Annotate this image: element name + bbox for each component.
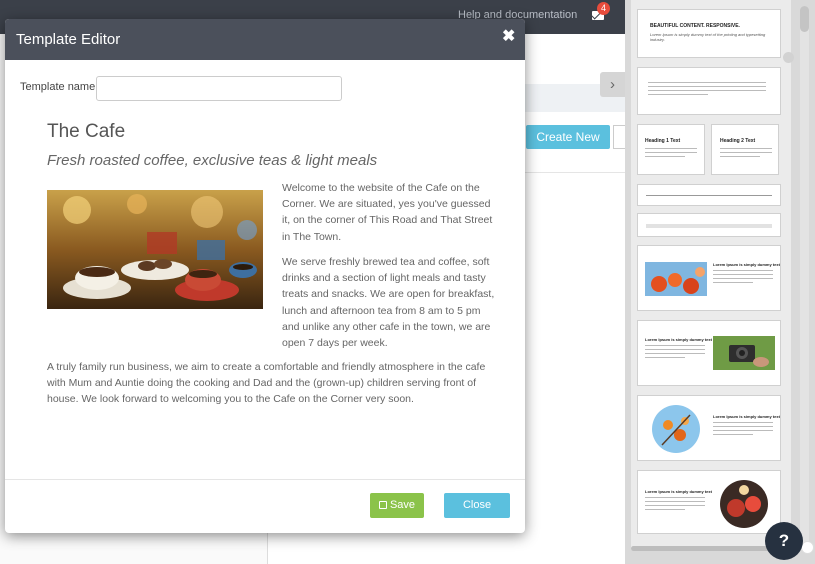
snippet-thumbnail[interactable]: Lorem Ipsum is simply dummy text [637,320,781,386]
snippet-thumbnail[interactable]: Lorem Ipsum is simply dummy text [637,395,781,461]
text-line [645,345,705,346]
spacer-bar [646,224,772,228]
modal-header: Template Editor ✖ [5,19,525,60]
content-title[interactable]: The Cafe [47,121,125,143]
text-line [720,148,772,149]
divider-line [646,195,772,196]
flowers-image [645,262,707,296]
text-line [645,353,705,354]
content-paragraph[interactable]: Welcome to the website of the Cafe on th… [282,180,500,245]
snippet-heading: Lorem Ipsum is simply dummy text [713,414,780,419]
text-line [645,349,705,350]
text-line [713,426,773,427]
snippet-thumbnail[interactable]: Lorem Ipsum is simply dummy text [637,245,781,311]
snippet-subtitle: Lorem Ipsum is simply dummy text of the … [650,32,766,42]
text-line [720,152,772,153]
scrollbar-thumb[interactable] [800,6,809,32]
cafe-photo[interactable] [47,190,263,309]
snippet-thumbnail[interactable]: Heading 2 Text [711,124,779,175]
text-line [713,274,773,275]
create-new-button[interactable]: Create New [526,125,610,149]
template-name-label: Template name [20,81,96,93]
notification-badge: 4 [597,2,610,15]
text-line [713,282,753,283]
footer-divider [5,479,525,480]
text-line [648,86,766,87]
snippet-thumbnail[interactable]: Lorem Ipsum is simply dummy text [637,470,781,534]
save-label: Save [389,499,416,511]
text-line [648,90,766,91]
chevron-right-icon[interactable]: › [600,72,625,97]
snippet-heading: Heading 2 Text [720,138,756,144]
text-line [645,497,705,498]
snippet-heading: Lorem Ipsum is simply dummy text [645,337,712,342]
snippet-title: BEAUTIFUL CONTENT. RESPONSIVE. [650,23,740,29]
text-line [713,422,773,423]
scroll-indicator [783,52,794,63]
text-line [645,152,697,153]
template-editor-modal: Template Editor ✖ Template name The Cafe… [5,19,525,533]
snippet-heading: Lorem Ipsum is simply dummy text [645,489,712,494]
content-paragraph[interactable]: We serve freshly brewed tea and coffee, … [282,254,500,351]
scroll-handle[interactable] [801,541,814,554]
text-line [645,357,685,358]
vertical-scrollbar[interactable] [800,6,809,546]
text-line [645,156,685,157]
content-subtitle[interactable]: Fresh roasted coffee, exclusive teas & l… [47,152,377,169]
text-line [645,509,685,510]
help-chat-button[interactable]: ? [765,522,803,560]
circular-flowers-image [652,405,700,453]
snippet-thumbnail[interactable] [637,184,781,206]
save-button[interactable]: Save [370,493,424,518]
template-name-input[interactable] [96,76,342,101]
close-button[interactable]: Close [444,493,510,518]
snippet-thumbnail[interactable]: Heading 1 Text [637,124,705,175]
text-line [713,430,773,431]
snippet-thumbnail[interactable]: BEAUTIFUL CONTENT. RESPONSIVE. Lorem Ips… [637,9,781,58]
text-line [648,82,766,83]
text-line [713,434,753,435]
text-line [720,156,760,157]
text-line [713,278,773,279]
snippet-heading: Lorem Ipsum is simply dummy text [713,262,780,267]
camera-image [713,336,775,370]
modal-title: Template Editor [16,31,121,48]
text-line [645,501,705,502]
text-line [645,148,697,149]
circular-cafe-image [720,480,768,528]
text-line [713,270,773,271]
snippet-thumbnail[interactable] [637,213,781,237]
secondary-button[interactable] [613,125,625,149]
snippet-heading: Heading 1 Text [645,138,681,144]
floppy-disk-icon [378,501,387,509]
close-icon[interactable]: ✖ [502,28,515,46]
snippet-thumbnail[interactable] [637,67,781,115]
text-line [648,94,708,95]
content-paragraph[interactable]: A truly family run business, we aim to c… [47,359,497,408]
text-line [645,505,705,506]
